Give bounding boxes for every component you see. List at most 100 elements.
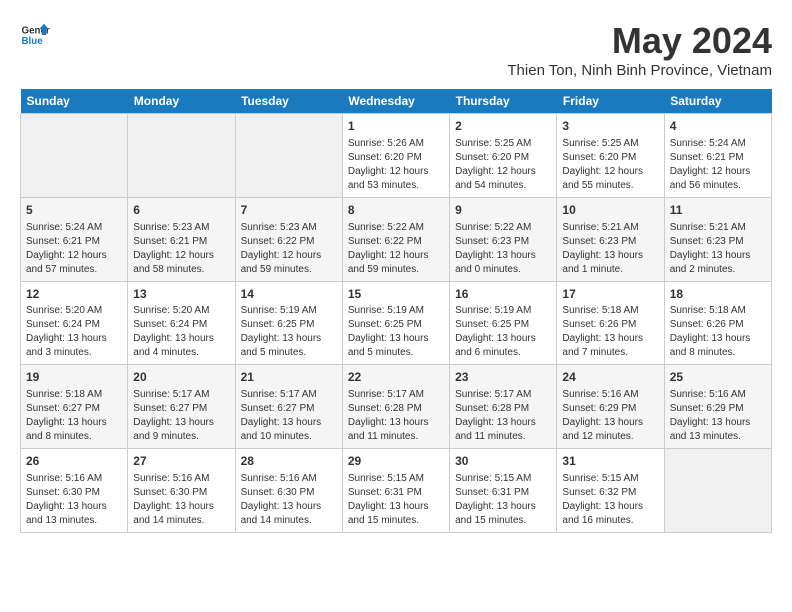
day-info: Sunrise: 5:17 AM Sunset: 6:27 PM Dayligh… [241,388,337,444]
week-row-3: 12Sunrise: 5:20 AM Sunset: 6:24 PM Dayli… [21,281,772,365]
day-cell: 16Sunrise: 5:19 AM Sunset: 6:25 PM Dayli… [450,281,557,365]
day-cell: 20Sunrise: 5:17 AM Sunset: 6:27 PM Dayli… [128,365,235,449]
day-cell: 7 Sunrise: 5:23 AM Sunset: 6:22 PM Daylig… [235,197,342,281]
header-cell-sunday: Sunday [21,89,128,114]
day-number: 11 [670,202,766,219]
day-number: 15 [348,286,444,303]
day-cell: 3 Sunrise: 5:25 AM Sunset: 6:20 PM Daylig… [557,114,664,198]
day-cell: 23 Sunrise: 5:17 AM Sunset: 6:28 PM Dayli… [450,365,557,449]
month-title: May 2024 [507,20,772,62]
logo: General Blue [20,20,54,50]
day-info: Sunrise: 5:26 AM Sunset: 6:20 PM Dayligh… [348,137,444,193]
day-cell: 26 Sunrise: 5:16 AM Sunset: 6:30 PM Dayli… [21,449,128,533]
day-cell: 14Sunrise: 5:19 AM Sunset: 6:25 PM Dayli… [235,281,342,365]
week-row-1: 1 Sunrise: 5:26 AM Sunset: 6:20 PM Daylig… [21,114,772,198]
day-info: Sunrise: 5:21 AM Sunset: 6:23 PM Dayligh… [562,221,658,277]
header-row: SundayMondayTuesdayWednesdayThursdayFrid… [21,89,772,114]
day-number: 23 [455,369,551,386]
day-number: 29 [348,453,444,470]
day-cell [235,114,342,198]
day-cell: 22 Sunrise: 5:17 AM Sunset: 6:28 PM Dayli… [342,365,449,449]
day-number: 5 [26,202,122,219]
day-info: Sunrise: 5:18 AM Sunset: 6:26 PM Dayligh… [670,304,766,360]
day-cell: 17Sunrise: 5:18 AM Sunset: 6:26 PM Dayli… [557,281,664,365]
day-cell: 4 Sunrise: 5:24 AM Sunset: 6:21 PM Daylig… [664,114,771,198]
day-info: Sunrise: 5:15 AM Sunset: 6:31 PM Dayligh… [348,472,444,528]
day-number: 27 [133,453,229,470]
week-row-5: 26 Sunrise: 5:16 AM Sunset: 6:30 PM Dayli… [21,449,772,533]
day-cell: 15Sunrise: 5:19 AM Sunset: 6:25 PM Dayli… [342,281,449,365]
week-row-4: 19Sunrise: 5:18 AM Sunset: 6:27 PM Dayli… [21,365,772,449]
day-info: Sunrise: 5:22 AM Sunset: 6:23 PM Dayligh… [455,221,551,277]
day-number: 10 [562,202,658,219]
day-cell: 21Sunrise: 5:17 AM Sunset: 6:27 PM Dayli… [235,365,342,449]
day-info: Sunrise: 5:19 AM Sunset: 6:25 PM Dayligh… [241,304,337,360]
logo-icon: General Blue [20,20,50,50]
day-number: 26 [26,453,122,470]
day-cell: 11 Sunrise: 5:21 AM Sunset: 6:23 PM Dayli… [664,197,771,281]
day-cell: 9 Sunrise: 5:22 AM Sunset: 6:23 PM Daylig… [450,197,557,281]
header-cell-monday: Monday [128,89,235,114]
day-cell: 1 Sunrise: 5:26 AM Sunset: 6:20 PM Daylig… [342,114,449,198]
day-cell: 5 Sunrise: 5:24 AM Sunset: 6:21 PM Daylig… [21,197,128,281]
day-cell [128,114,235,198]
day-info: Sunrise: 5:16 AM Sunset: 6:30 PM Dayligh… [26,472,122,528]
day-number: 2 [455,118,551,135]
day-number: 3 [562,118,658,135]
day-info: Sunrise: 5:24 AM Sunset: 6:21 PM Dayligh… [670,137,766,193]
header-cell-tuesday: Tuesday [235,89,342,114]
day-number: 9 [455,202,551,219]
day-info: Sunrise: 5:20 AM Sunset: 6:24 PM Dayligh… [133,304,229,360]
day-number: 31 [562,453,658,470]
day-cell: 10 Sunrise: 5:21 AM Sunset: 6:23 PM Dayli… [557,197,664,281]
day-info: Sunrise: 5:24 AM Sunset: 6:21 PM Dayligh… [26,221,122,277]
day-number: 20 [133,369,229,386]
day-info: Sunrise: 5:17 AM Sunset: 6:28 PM Dayligh… [455,388,551,444]
day-number: 24 [562,369,658,386]
day-number: 30 [455,453,551,470]
calendar-header: SundayMondayTuesdayWednesdayThursdayFrid… [21,89,772,114]
day-info: Sunrise: 5:18 AM Sunset: 6:27 PM Dayligh… [26,388,122,444]
day-number: 4 [670,118,766,135]
day-number: 1 [348,118,444,135]
day-info: Sunrise: 5:25 AM Sunset: 6:20 PM Dayligh… [562,137,658,193]
day-cell: 2Sunrise: 5:25 AM Sunset: 6:20 PM Daylig… [450,114,557,198]
day-cell: 27 Sunrise: 5:16 AM Sunset: 6:30 PM Dayli… [128,449,235,533]
day-number: 7 [241,202,337,219]
day-cell: 12Sunrise: 5:20 AM Sunset: 6:24 PM Dayli… [21,281,128,365]
day-info: Sunrise: 5:21 AM Sunset: 6:23 PM Dayligh… [670,221,766,277]
day-number: 8 [348,202,444,219]
day-number: 6 [133,202,229,219]
day-number: 18 [670,286,766,303]
day-cell [21,114,128,198]
day-info: Sunrise: 5:16 AM Sunset: 6:29 PM Dayligh… [562,388,658,444]
day-info: Sunrise: 5:22 AM Sunset: 6:22 PM Dayligh… [348,221,444,277]
day-cell: 19Sunrise: 5:18 AM Sunset: 6:27 PM Dayli… [21,365,128,449]
day-cell: 24 Sunrise: 5:16 AM Sunset: 6:29 PM Dayli… [557,365,664,449]
day-number: 28 [241,453,337,470]
svg-text:Blue: Blue [22,36,44,47]
calendar-body: 1 Sunrise: 5:26 AM Sunset: 6:20 PM Daylig… [21,114,772,533]
day-cell: 6Sunrise: 5:23 AM Sunset: 6:21 PM Daylig… [128,197,235,281]
day-number: 22 [348,369,444,386]
day-cell: 25Sunrise: 5:16 AM Sunset: 6:29 PM Dayli… [664,365,771,449]
day-info: Sunrise: 5:23 AM Sunset: 6:22 PM Dayligh… [241,221,337,277]
day-cell: 13Sunrise: 5:20 AM Sunset: 6:24 PM Dayli… [128,281,235,365]
day-info: Sunrise: 5:20 AM Sunset: 6:24 PM Dayligh… [26,304,122,360]
day-info: Sunrise: 5:15 AM Sunset: 6:32 PM Dayligh… [562,472,658,528]
day-cell [664,449,771,533]
day-info: Sunrise: 5:17 AM Sunset: 6:28 PM Dayligh… [348,388,444,444]
day-number: 16 [455,286,551,303]
header-cell-saturday: Saturday [664,89,771,114]
day-cell: 28Sunrise: 5:16 AM Sunset: 6:30 PM Dayli… [235,449,342,533]
day-info: Sunrise: 5:15 AM Sunset: 6:31 PM Dayligh… [455,472,551,528]
day-number: 17 [562,286,658,303]
day-info: Sunrise: 5:19 AM Sunset: 6:25 PM Dayligh… [348,304,444,360]
day-info: Sunrise: 5:16 AM Sunset: 6:29 PM Dayligh… [670,388,766,444]
day-info: Sunrise: 5:16 AM Sunset: 6:30 PM Dayligh… [133,472,229,528]
day-cell: 18Sunrise: 5:18 AM Sunset: 6:26 PM Dayli… [664,281,771,365]
day-cell: 31 Sunrise: 5:15 AM Sunset: 6:32 PM Dayli… [557,449,664,533]
header-cell-friday: Friday [557,89,664,114]
week-row-2: 5 Sunrise: 5:24 AM Sunset: 6:21 PM Daylig… [21,197,772,281]
day-info: Sunrise: 5:18 AM Sunset: 6:26 PM Dayligh… [562,304,658,360]
